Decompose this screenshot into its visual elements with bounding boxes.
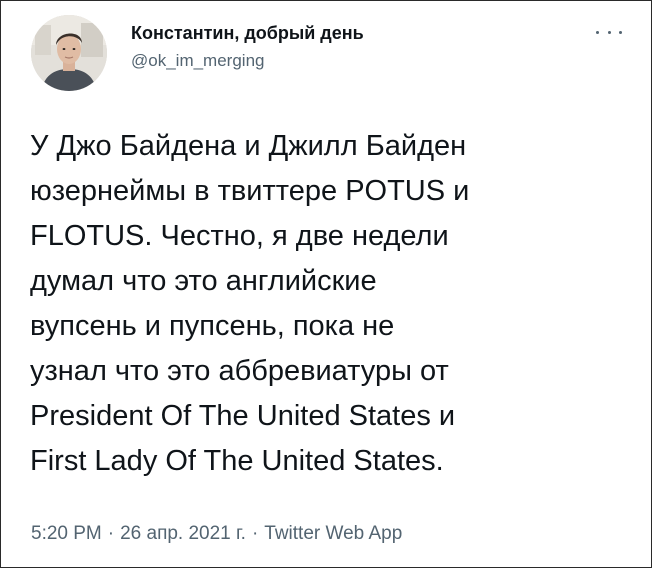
tweet-text-line: First Lady Of The United States.	[30, 445, 444, 477]
tweet-source[interactable]: Twitter Web App	[264, 523, 402, 544]
tweet-text-line: У Джо Байдена и Джилл Байден	[30, 130, 467, 162]
avatar[interactable]	[31, 15, 107, 91]
tweet-card: Константин, добрый день @ok_im_merging У…	[0, 0, 650, 566]
tweet-text: У Джо Байдена и Джилл Байден юзернеймы в…	[30, 124, 642, 484]
meta-separator: ·	[107, 523, 115, 544]
tweet-text-line: FLOTUS. Честно, я две недели	[30, 220, 449, 252]
tweet-date[interactable]: 26 апр. 2021 г.	[120, 523, 246, 544]
more-horizontal-icon[interactable]	[596, 26, 622, 38]
author-handle[interactable]: @ok_im_merging	[131, 51, 364, 71]
tweet-text-line: думал что это английские	[30, 265, 377, 297]
tweet-meta: 5:20 PM · 26 апр. 2021 г. · Twitter Web App	[31, 522, 402, 546]
meta-separator: ·	[251, 523, 259, 544]
tweet-text-line: President Of The United States и	[30, 400, 456, 432]
avatar-photo-icon	[31, 15, 107, 91]
tweet-time[interactable]: 5:20 PM	[31, 523, 102, 544]
tweet-text-line: узнал что это аббревиатуры от	[30, 355, 449, 387]
more-dot	[607, 30, 611, 34]
more-dot	[596, 30, 599, 34]
more-dot	[619, 30, 622, 34]
author-block: Константин, добрый день @ok_im_merging	[131, 22, 364, 71]
tweet-text-line: юзернеймы в твиттере POTUS и	[30, 175, 470, 207]
author-display-name[interactable]: Константин, добрый день	[131, 22, 364, 44]
tweet-text-line: вупсень и пупсень, пока не	[30, 310, 395, 342]
